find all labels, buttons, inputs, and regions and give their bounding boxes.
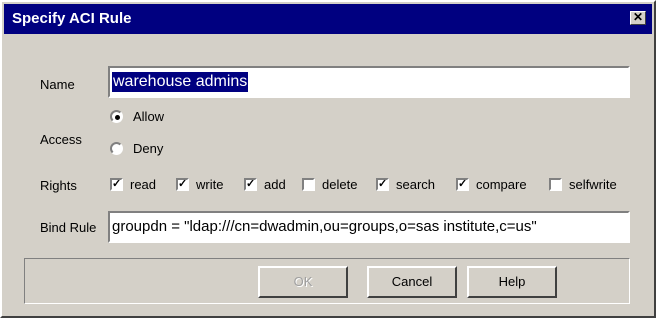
access-label: Access — [40, 132, 82, 147]
rights-delete-checkbox[interactable] — [302, 178, 315, 191]
rights-label: Rights — [40, 178, 77, 193]
rights-write-label[interactable]: write — [196, 177, 223, 192]
rights-selfwrite-label[interactable]: selfwrite — [569, 177, 617, 192]
check-icon: ✓ — [178, 178, 188, 190]
dialog-title: Specify ACI Rule — [12, 10, 132, 27]
rights-compare-label[interactable]: compare — [476, 177, 527, 192]
access-allow-radio[interactable] — [110, 110, 123, 123]
rights-selfwrite-checkbox[interactable] — [549, 178, 562, 191]
access-allow-label[interactable]: Allow — [133, 109, 164, 124]
bind-rule-input-value: groupdn = "ldap:///cn=dwadmin,ou=groups,… — [112, 218, 537, 235]
bind-rule-input[interactable]: groupdn = "ldap:///cn=dwadmin,ou=groups,… — [108, 211, 630, 243]
radio-selected-dot — [115, 115, 120, 120]
rights-add-label[interactable]: add — [264, 177, 286, 192]
help-button[interactable]: Help — [467, 266, 557, 298]
name-input[interactable]: warehouse admins — [108, 66, 630, 98]
bind-rule-label: Bind Rule — [40, 220, 97, 235]
rights-write-checkbox[interactable]: ✓ — [176, 178, 189, 191]
title-bar: Specify ACI Rule ✕ — [4, 4, 652, 34]
ok-button[interactable]: OK — [258, 266, 348, 298]
cancel-button[interactable]: Cancel — [367, 266, 457, 298]
name-input-value: warehouse admins — [112, 72, 249, 92]
check-icon: ✓ — [458, 178, 468, 190]
rights-read-checkbox[interactable]: ✓ — [110, 178, 123, 191]
name-label: Name — [40, 77, 75, 92]
check-icon: ✓ — [246, 178, 256, 190]
rights-read-label[interactable]: read — [130, 177, 156, 192]
close-icon: ✕ — [632, 10, 644, 24]
rights-search-checkbox[interactable]: ✓ — [376, 178, 389, 191]
access-deny-label[interactable]: Deny — [133, 141, 163, 156]
rights-add-checkbox[interactable]: ✓ — [244, 178, 257, 191]
check-icon: ✓ — [378, 178, 388, 190]
access-deny-radio[interactable] — [110, 142, 123, 155]
check-icon: ✓ — [112, 178, 122, 190]
rights-delete-label[interactable]: delete — [322, 177, 357, 192]
rights-search-label[interactable]: search — [396, 177, 435, 192]
rights-compare-checkbox[interactable]: ✓ — [456, 178, 469, 191]
close-button[interactable]: ✕ — [630, 11, 646, 25]
